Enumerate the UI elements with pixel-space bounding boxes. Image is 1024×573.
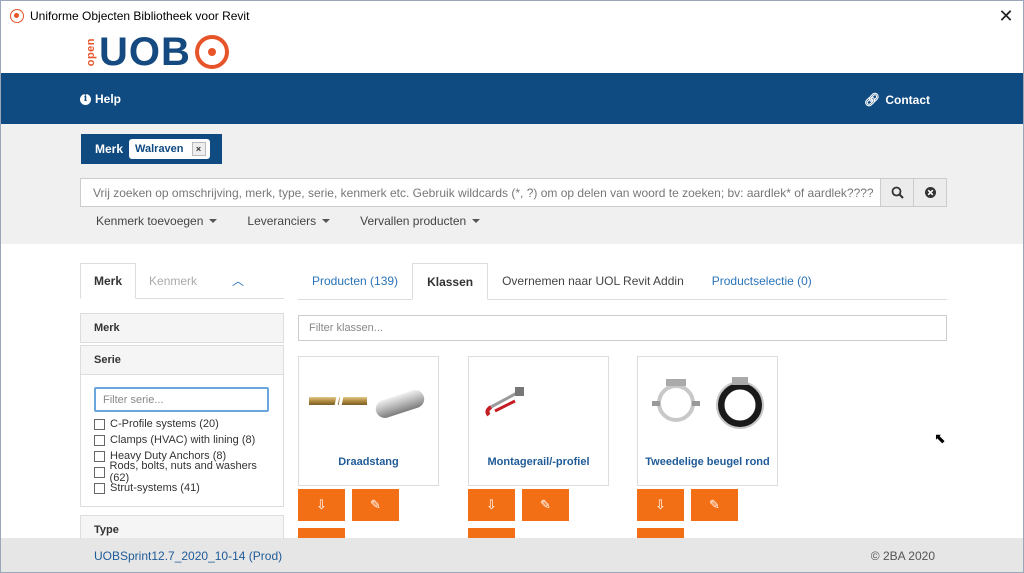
pencil-icon: ✎ (370, 497, 381, 512)
class-card-title[interactable]: Montagerail/-profiel (473, 445, 604, 479)
tab-producten[interactable]: Producten (139) (298, 263, 412, 299)
download-icon: ⇩ (316, 497, 327, 512)
action-button-partial[interactable] (468, 528, 515, 538)
download-icon: ⇩ (655, 497, 666, 512)
top-navbar: i Help 🔗︎ Contact (1, 73, 1023, 124)
download-icon: ⇩ (486, 497, 497, 512)
search-area: Merk Walraven × Vrij zoeken op omschrijv… (1, 124, 1023, 244)
merk-panel-header[interactable]: Merk (80, 313, 284, 343)
sidebar: Merk Kenmerk ︿ Merk Serie Filter serie..… (80, 263, 284, 545)
pencil-icon: ✎ (709, 497, 720, 512)
window-title: Uniforme Objecten Bibliotheek voor Revit (30, 9, 250, 23)
caret-down-icon (472, 219, 481, 223)
serie-option[interactable]: Rods, bolts, nuts and washers (62) (94, 460, 271, 484)
caret-down-icon (322, 219, 331, 223)
logo-row: open UOB (1, 31, 1023, 73)
serie-option-label: C-Profile systems (20) (110, 418, 219, 430)
serie-option-label: Strut-systems (41) (110, 482, 200, 494)
serie-filter-input[interactable]: Filter serie... (94, 387, 269, 412)
close-icon[interactable]: ✕ (989, 1, 1023, 31)
edit-button[interactable]: ✎ (352, 489, 399, 521)
help-label: Help (95, 92, 122, 106)
brand-chip-label: Walraven (135, 143, 184, 155)
klassen-filter-input[interactable]: Filter klassen... (298, 315, 947, 341)
serie-panel: Filter serie... C-Profile systems (20) C… (80, 375, 284, 507)
contact-label: Contact (885, 93, 930, 107)
remove-chip-icon[interactable]: × (191, 142, 206, 156)
footer: UOBSprint12.7_2020_10-14 (Prod) © 2BA 20… (1, 538, 1023, 572)
edit-button[interactable]: ✎ (522, 489, 569, 521)
checkbox[interactable] (94, 450, 105, 462)
action-button-partial[interactable] (298, 528, 345, 538)
class-card[interactable]: Tweedelige beugel rond (637, 356, 778, 486)
mouse-cursor-icon: ⬉ (934, 430, 946, 446)
logo-open-text: open (85, 37, 97, 67)
version-link[interactable]: UOBSprint12.7_2020_10-14 (Prod) (94, 549, 282, 563)
add-attribute-dropdown[interactable]: Kenmerk toevoegen (96, 214, 218, 228)
tab-overnemen[interactable]: Overnemen naar UOL Revit Addin (488, 263, 698, 299)
title-bar: Uniforme Objecten Bibliotheek voor Revit… (1, 1, 1023, 31)
help-link[interactable]: i Help (80, 92, 121, 106)
tab-merk[interactable]: Merk (80, 263, 137, 299)
info-icon: i (80, 93, 91, 105)
suppliers-dropdown[interactable]: Leveranciers (247, 214, 331, 228)
download-button[interactable]: ⇩ (298, 489, 345, 521)
pencil-icon: ✎ (540, 497, 551, 512)
class-card-title[interactable]: Draadstang (303, 445, 434, 479)
caret-down-icon (209, 219, 218, 223)
checkbox[interactable] (94, 418, 105, 430)
class-card[interactable]: Draadstang (298, 356, 439, 486)
search-input[interactable]: Vrij zoeken op omschrijving, merk, type,… (80, 178, 881, 207)
tab-productselectie[interactable]: Productselectie (0) (698, 263, 826, 299)
chevron-up-icon[interactable]: ︿ (210, 263, 257, 298)
download-button[interactable]: ⇩ (637, 489, 684, 521)
suppliers-label: Leveranciers (247, 214, 317, 228)
filter-dropdowns: Kenmerk toevoegen Leveranciers Vervallen… (96, 214, 481, 228)
logo-target-icon (194, 35, 229, 69)
pipe-clamp-image (652, 377, 764, 429)
action-button-partial[interactable] (637, 528, 684, 538)
clear-circle-icon (924, 187, 936, 198)
tab-kenmerk[interactable]: Kenmerk (136, 263, 210, 298)
brand-filter-tag: Merk Walraven × (81, 134, 222, 164)
checkbox[interactable] (94, 466, 105, 478)
checkbox[interactable] (94, 482, 105, 494)
serie-option-label: Clamps (HVAC) with lining (8) (110, 434, 256, 446)
serie-option[interactable]: Clamps (HVAC) with lining (8) (94, 432, 271, 448)
brand-filter-label: Merk (95, 142, 124, 156)
sidebar-tabs: Merk Kenmerk ︿ (80, 263, 284, 299)
logo-uob-text: UOB (99, 30, 191, 74)
contact-link[interactable]: 🔗︎ Contact (864, 92, 930, 108)
app-logo-icon (10, 9, 24, 23)
tab-klassen[interactable]: Klassen (412, 263, 489, 300)
brand-chip: Walraven × (129, 139, 210, 159)
search-button[interactable] (880, 178, 914, 207)
link-icon: 🔗︎ (863, 92, 881, 107)
download-button[interactable]: ⇩ (468, 489, 515, 521)
add-attribute-label: Kenmerk toevoegen (96, 214, 204, 228)
serie-option[interactable]: C-Profile systems (20) (94, 416, 271, 432)
threaded-rod-image (309, 390, 425, 418)
clear-search-button[interactable] (913, 178, 947, 207)
expired-products-label: Vervallen producten (360, 214, 467, 228)
mounting-rail-image (485, 387, 524, 417)
app-window: Uniforme Objecten Bibliotheek voor Revit… (0, 0, 1024, 573)
class-card-title[interactable]: Tweedelige beugel rond (642, 445, 773, 479)
copyright-text: © 2BA 2020 (870, 549, 935, 563)
edit-button[interactable]: ✎ (691, 489, 738, 521)
serie-panel-header[interactable]: Serie (80, 345, 284, 375)
class-card[interactable]: Montagerail/-profiel (468, 356, 609, 486)
serie-option-label: Rods, bolts, nuts and washers (62) (109, 460, 257, 484)
expired-products-dropdown[interactable]: Vervallen producten (360, 214, 481, 228)
uob-logo: open UOB (85, 31, 229, 73)
checkbox[interactable] (94, 434, 105, 446)
search-icon (891, 186, 904, 199)
main-tabs: Producten (139) Klassen Overnemen naar U… (298, 263, 947, 300)
